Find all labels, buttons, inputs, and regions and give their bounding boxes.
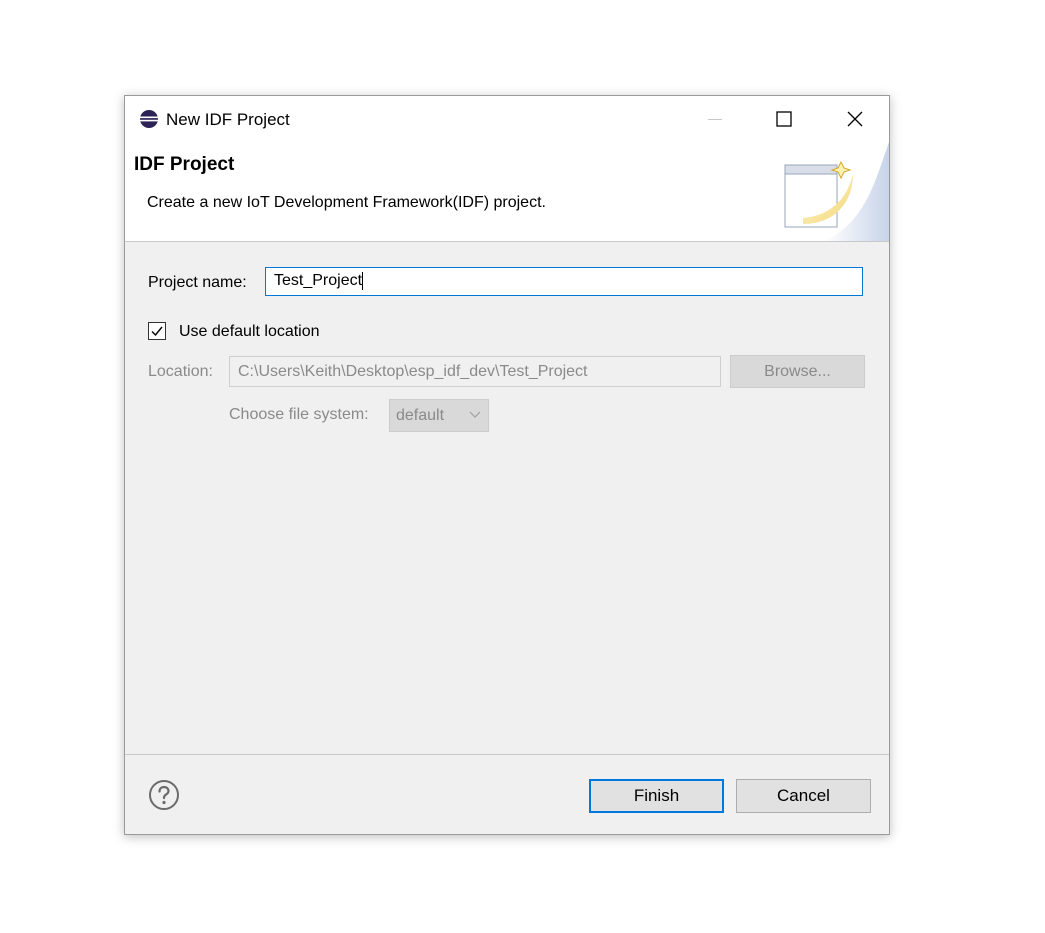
project-name-value: Test_Project — [274, 272, 363, 290]
page-title: IDF Project — [134, 154, 235, 175]
use-default-location-label[interactable]: Use default location — [179, 323, 320, 341]
finish-button[interactable]: Finish — [589, 779, 724, 813]
cancel-button[interactable]: Cancel — [736, 779, 871, 813]
chevron-down-icon — [469, 411, 481, 418]
use-default-location-checkbox[interactable] — [148, 322, 166, 340]
project-name-label: Project name: — [148, 274, 247, 291]
page-description: Create a new IoT Development Framework(I… — [147, 194, 546, 211]
close-icon[interactable] — [832, 96, 878, 142]
maximize-icon[interactable] — [761, 96, 807, 142]
file-system-select[interactable]: default — [389, 399, 489, 432]
location-label: Location: — [148, 363, 213, 380]
wizard-banner-icon — [784, 142, 889, 241]
title-bar[interactable]: New IDF Project — [125, 96, 889, 142]
file-system-value: default — [396, 406, 445, 424]
file-system-label: Choose file system: — [229, 406, 369, 423]
text-caret — [362, 272, 364, 290]
browse-button[interactable]: Browse... — [730, 355, 865, 388]
window-title: New IDF Project — [166, 110, 290, 129]
footer-divider — [125, 754, 889, 755]
checkmark-icon — [151, 326, 163, 337]
location-input[interactable]: C:\Users\Keith\Desktop\esp_idf_dev\Test_… — [229, 356, 721, 387]
eclipse-icon — [140, 110, 158, 128]
wizard-header: IDF Project Create a new IoT Development… — [125, 142, 889, 242]
project-name-input[interactable]: Test_Project — [265, 267, 863, 296]
new-idf-project-dialog: New IDF Project IDF Project Create a new… — [124, 95, 890, 835]
help-icon[interactable] — [148, 779, 180, 811]
minimize-icon[interactable] — [692, 96, 738, 142]
